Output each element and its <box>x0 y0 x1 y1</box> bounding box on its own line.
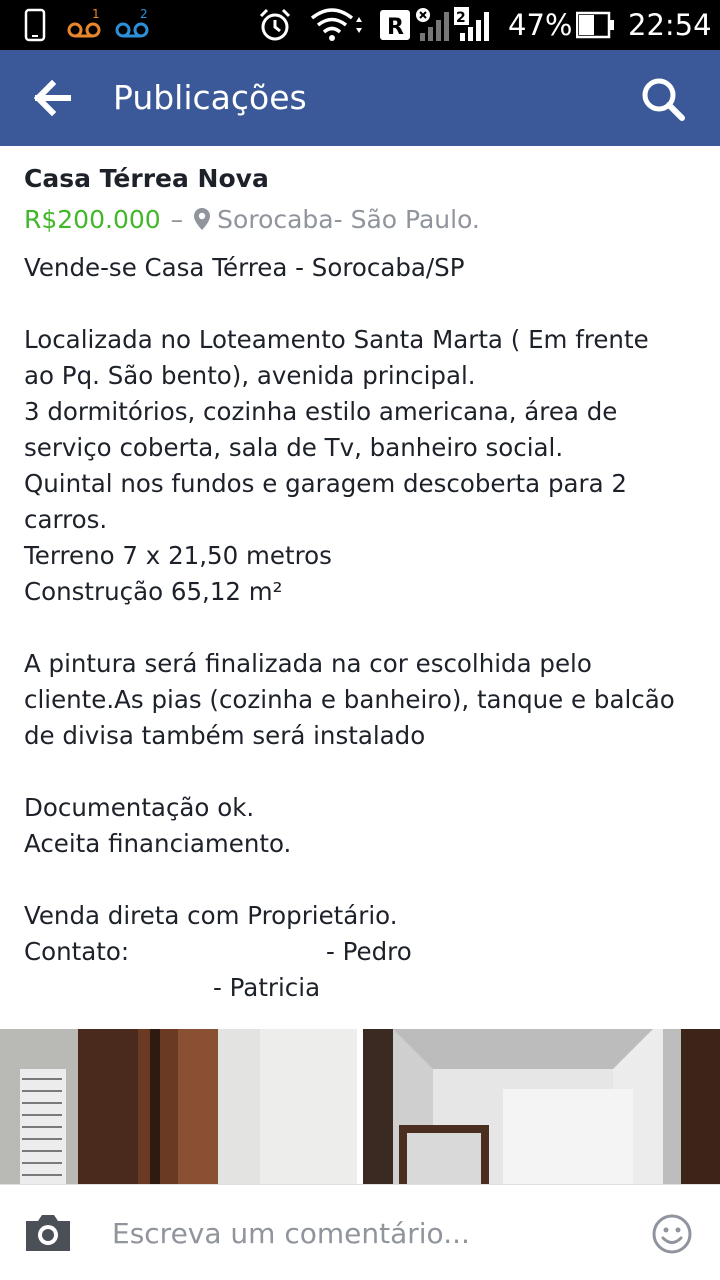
page-title: Publicações <box>113 78 307 117</box>
battery-icon <box>576 0 616 50</box>
search-button[interactable] <box>638 74 688 124</box>
price: R$200.000 <box>24 204 161 234</box>
alarm-icon <box>257 0 293 50</box>
description-line: cliente.As pias (cozinha e banheiro), ta… <box>24 685 675 714</box>
app-bar: Publicações <box>0 50 720 146</box>
description-line: A pintura será finalizada na cor escolhi… <box>24 649 592 678</box>
contact-label: Contato: <box>24 937 130 966</box>
emoji-button[interactable] <box>651 1213 693 1255</box>
description-line: Quintal nos fundos e garagem descoberta … <box>24 469 627 498</box>
description-line: Construção 65,12 m² <box>24 577 283 606</box>
back-button[interactable] <box>28 76 80 120</box>
voicemail-2-icon: 2 <box>114 0 150 50</box>
voicemail-icon: 1 <box>66 0 102 50</box>
camera-button[interactable] <box>22 1211 74 1255</box>
roaming-r-icon: R <box>380 0 410 50</box>
wifi-icon <box>310 0 366 50</box>
description-line: serviço coberta, sala de Tv, banheiro so… <box>24 433 564 462</box>
signal-2-icon: 2 <box>454 0 494 50</box>
description-line: Venda direta com Proprietário. <box>24 901 398 930</box>
camera-icon <box>26 1215 70 1251</box>
description-line: carros. <box>24 505 108 534</box>
search-icon <box>642 78 685 121</box>
svg-text:1: 1 <box>92 8 100 21</box>
svg-text:2: 2 <box>456 10 466 26</box>
separator: – <box>170 204 184 234</box>
comment-bar <box>0 1184 720 1280</box>
arrow-left-icon <box>33 79 71 117</box>
post-photo[interactable] <box>0 1029 357 1185</box>
description-line: ao Pq. São bento), avenida principal. <box>24 361 476 390</box>
status-bar: 1 2 R 2 47% 22:54 <box>0 0 720 50</box>
svg-text:R: R <box>387 15 404 40</box>
price-row: R$200.000 – Sorocaba- São Paulo. <box>24 202 480 236</box>
location[interactable]: Sorocaba- São Paulo. <box>217 205 480 234</box>
phone-icon <box>24 0 46 50</box>
photo-strip <box>0 1029 720 1185</box>
battery-percent: 47% <box>508 8 573 42</box>
clock: 22:54 <box>628 8 712 42</box>
location-pin-icon <box>194 208 211 230</box>
description-line: 3 dormitórios, cozinha estilo americana,… <box>24 397 618 426</box>
description-line: Documentação ok. <box>24 793 255 822</box>
description-line: de divisa também será instalado <box>24 721 426 750</box>
contact-patricia: - Patricia <box>213 973 321 1002</box>
description-line: Vende-se Casa Térrea - Sorocaba/SP <box>24 253 465 282</box>
contact-pedro: - Pedro <box>326 937 412 966</box>
comment-input[interactable] <box>112 1209 632 1257</box>
description-line: Aceita financiamento. <box>24 829 292 858</box>
smiley-icon <box>652 1214 692 1254</box>
contact-line: - Patricia <box>24 970 704 1006</box>
description-line: Terreno 7 x 21,50 metros <box>24 541 332 570</box>
contact-line: Contato: - Pedro <box>24 934 704 970</box>
post-description: Vende-se Casa Térrea - Sorocaba/SP Local… <box>24 250 704 1006</box>
signal-muted-icon <box>414 0 454 50</box>
post-title: Casa Térrea Nova <box>24 164 269 193</box>
post-photo[interactable] <box>363 1029 720 1185</box>
description-line: Localizada no Loteamento Santa Marta ( E… <box>24 325 649 354</box>
svg-text:2: 2 <box>140 8 148 21</box>
